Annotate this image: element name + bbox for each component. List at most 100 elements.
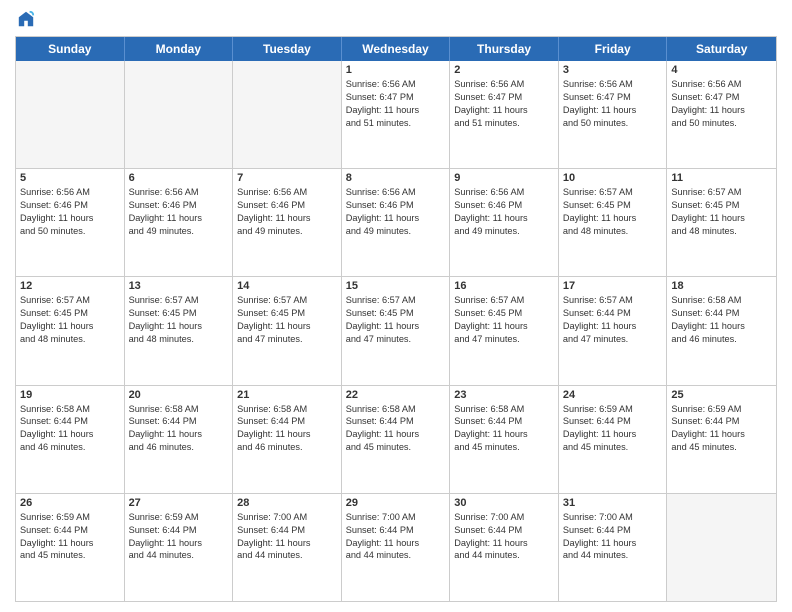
header-day-saturday: Saturday bbox=[667, 37, 776, 61]
day-number: 2 bbox=[454, 64, 554, 76]
day-info: Sunrise: 6:59 AMSunset: 6:44 PMDaylight:… bbox=[563, 403, 663, 455]
day-cell-17: 17 Sunrise: 6:57 AMSunset: 6:44 PMDayligh… bbox=[559, 277, 668, 384]
day-info: Sunrise: 6:56 AMSunset: 6:47 PMDaylight:… bbox=[563, 78, 663, 130]
day-info: Sunrise: 6:57 AMSunset: 6:45 PMDaylight:… bbox=[20, 294, 120, 346]
day-number: 10 bbox=[563, 172, 663, 184]
header-day-friday: Friday bbox=[559, 37, 668, 61]
day-cell-11: 11 Sunrise: 6:57 AMSunset: 6:45 PMDayligh… bbox=[667, 169, 776, 276]
day-number: 8 bbox=[346, 172, 446, 184]
day-number: 19 bbox=[20, 389, 120, 401]
day-cell-6: 6Sunrise: 6:56 AMSunset: 6:46 PMDaylight… bbox=[125, 169, 234, 276]
day-number: 23 bbox=[454, 389, 554, 401]
day-number: 28 bbox=[237, 497, 337, 509]
day-info: Sunrise: 6:57 AMSunset: 6:45 PMDaylight:… bbox=[671, 186, 772, 238]
calendar-body: 1 Sunrise: 6:56 AMSunset: 6:47 PMDaylight… bbox=[16, 61, 776, 601]
calendar-row-4: 19 Sunrise: 6:58 AMSunset: 6:44 PMDayligh… bbox=[16, 385, 776, 493]
header-day-wednesday: Wednesday bbox=[342, 37, 451, 61]
day-info: Sunrise: 6:56 AMSunset: 6:47 PMDaylight:… bbox=[671, 78, 772, 130]
calendar-header: SundayMondayTuesdayWednesdayThursdayFrid… bbox=[16, 37, 776, 61]
day-number: 1 bbox=[346, 64, 446, 76]
day-number: 12 bbox=[20, 280, 120, 292]
day-cell-20: 20 Sunrise: 6:58 AMSunset: 6:44 PMDayligh… bbox=[125, 386, 234, 493]
day-info: Sunrise: 6:56 AMSunset: 6:47 PMDaylight:… bbox=[454, 78, 554, 130]
logo-icon bbox=[17, 10, 35, 28]
day-info: Sunrise: 7:00 AMSunset: 6:44 PMDaylight:… bbox=[237, 511, 337, 563]
day-cell-23: 23Sunrise: 6:58 AMSunset: 6:44 PMDayligh… bbox=[450, 386, 559, 493]
header-day-tuesday: Tuesday bbox=[233, 37, 342, 61]
day-info: Sunrise: 7:00 AMSunset: 6:44 PMDaylight:… bbox=[563, 511, 663, 563]
calendar-row-5: 26Sunrise: 6:59 AMSunset: 6:44 PMDayligh… bbox=[16, 493, 776, 601]
page: SundayMondayTuesdayWednesdayThursdayFrid… bbox=[0, 0, 792, 612]
day-number: 5 bbox=[20, 172, 120, 184]
day-number: 7 bbox=[237, 172, 337, 184]
day-cell-2: 2 Sunrise: 6:56 AMSunset: 6:47 PMDaylight… bbox=[450, 61, 559, 168]
day-info: Sunrise: 6:59 AMSunset: 6:44 PMDaylight:… bbox=[671, 403, 772, 455]
day-info: Sunrise: 6:57 AMSunset: 6:45 PMDaylight:… bbox=[563, 186, 663, 238]
day-number: 27 bbox=[129, 497, 229, 509]
day-info: Sunrise: 6:58 AMSunset: 6:44 PMDaylight:… bbox=[671, 294, 772, 346]
day-number: 14 bbox=[237, 280, 337, 292]
day-number: 30 bbox=[454, 497, 554, 509]
day-cell-12: 12 Sunrise: 6:57 AMSunset: 6:45 PMDayligh… bbox=[16, 277, 125, 384]
header-day-sunday: Sunday bbox=[16, 37, 125, 61]
day-cell-30: 30 Sunrise: 7:00 AMSunset: 6:44 PMDayligh… bbox=[450, 494, 559, 601]
day-info: Sunrise: 6:59 AMSunset: 6:44 PMDaylight:… bbox=[20, 511, 120, 563]
day-info: Sunrise: 6:58 AMSunset: 6:44 PMDaylight:… bbox=[20, 403, 120, 455]
day-cell-16: 16Sunrise: 6:57 AMSunset: 6:45 PMDayligh… bbox=[450, 277, 559, 384]
day-number: 3 bbox=[563, 64, 663, 76]
day-number: 24 bbox=[563, 389, 663, 401]
day-cell-14: 14 Sunrise: 6:57 AMSunset: 6:45 PMDayligh… bbox=[233, 277, 342, 384]
day-number: 13 bbox=[129, 280, 229, 292]
day-info: Sunrise: 6:59 AMSunset: 6:44 PMDaylight:… bbox=[129, 511, 229, 563]
day-cell-29: 29 Sunrise: 7:00 AMSunset: 6:44 PMDayligh… bbox=[342, 494, 451, 601]
day-cell-26: 26Sunrise: 6:59 AMSunset: 6:44 PMDayligh… bbox=[16, 494, 125, 601]
logo bbox=[15, 10, 35, 28]
empty-cell bbox=[667, 494, 776, 601]
day-info: Sunrise: 6:57 AMSunset: 6:45 PMDaylight:… bbox=[237, 294, 337, 346]
day-number: 4 bbox=[671, 64, 772, 76]
day-number: 29 bbox=[346, 497, 446, 509]
day-info: Sunrise: 6:57 AMSunset: 6:45 PMDaylight:… bbox=[454, 294, 554, 346]
day-info: Sunrise: 6:57 AMSunset: 6:44 PMDaylight:… bbox=[563, 294, 663, 346]
day-cell-9: 9Sunrise: 6:56 AMSunset: 6:46 PMDaylight… bbox=[450, 169, 559, 276]
day-number: 31 bbox=[563, 497, 663, 509]
day-number: 21 bbox=[237, 389, 337, 401]
day-cell-24: 24 Sunrise: 6:59 AMSunset: 6:44 PMDayligh… bbox=[559, 386, 668, 493]
day-cell-1: 1 Sunrise: 6:56 AMSunset: 6:47 PMDaylight… bbox=[342, 61, 451, 168]
day-info: Sunrise: 6:56 AMSunset: 6:46 PMDaylight:… bbox=[454, 186, 554, 238]
day-info: Sunrise: 6:57 AMSunset: 6:45 PMDaylight:… bbox=[129, 294, 229, 346]
day-cell-18: 18Sunrise: 6:58 AMSunset: 6:44 PMDayligh… bbox=[667, 277, 776, 384]
header bbox=[15, 10, 777, 28]
day-info: Sunrise: 6:56 AMSunset: 6:46 PMDaylight:… bbox=[20, 186, 120, 238]
day-number: 25 bbox=[671, 389, 772, 401]
day-info: Sunrise: 7:00 AMSunset: 6:44 PMDaylight:… bbox=[346, 511, 446, 563]
day-info: Sunrise: 7:00 AMSunset: 6:44 PMDaylight:… bbox=[454, 511, 554, 563]
day-cell-4: 4 Sunrise: 6:56 AMSunset: 6:47 PMDaylight… bbox=[667, 61, 776, 168]
day-cell-22: 22 Sunrise: 6:58 AMSunset: 6:44 PMDayligh… bbox=[342, 386, 451, 493]
empty-cell bbox=[233, 61, 342, 168]
day-cell-15: 15Sunrise: 6:57 AMSunset: 6:45 PMDayligh… bbox=[342, 277, 451, 384]
day-cell-13: 13 Sunrise: 6:57 AMSunset: 6:45 PMDayligh… bbox=[125, 277, 234, 384]
day-cell-5: 5 Sunrise: 6:56 AMSunset: 6:46 PMDaylight… bbox=[16, 169, 125, 276]
empty-cell bbox=[16, 61, 125, 168]
day-info: Sunrise: 6:58 AMSunset: 6:44 PMDaylight:… bbox=[237, 403, 337, 455]
day-number: 11 bbox=[671, 172, 772, 184]
day-info: Sunrise: 6:56 AMSunset: 6:46 PMDaylight:… bbox=[237, 186, 337, 238]
day-cell-19: 19 Sunrise: 6:58 AMSunset: 6:44 PMDayligh… bbox=[16, 386, 125, 493]
day-cell-3: 3 Sunrise: 6:56 AMSunset: 6:47 PMDaylight… bbox=[559, 61, 668, 168]
day-cell-8: 8 Sunrise: 6:56 AMSunset: 6:46 PMDaylight… bbox=[342, 169, 451, 276]
day-number: 17 bbox=[563, 280, 663, 292]
day-cell-21: 21 Sunrise: 6:58 AMSunset: 6:44 PMDayligh… bbox=[233, 386, 342, 493]
day-info: Sunrise: 6:58 AMSunset: 6:44 PMDaylight:… bbox=[346, 403, 446, 455]
day-info: Sunrise: 6:56 AMSunset: 6:47 PMDaylight:… bbox=[346, 78, 446, 130]
calendar-row-1: 1 Sunrise: 6:56 AMSunset: 6:47 PMDaylight… bbox=[16, 61, 776, 168]
header-day-monday: Monday bbox=[125, 37, 234, 61]
header-day-thursday: Thursday bbox=[450, 37, 559, 61]
day-info: Sunrise: 6:58 AMSunset: 6:44 PMDaylight:… bbox=[129, 403, 229, 455]
day-number: 20 bbox=[129, 389, 229, 401]
day-number: 22 bbox=[346, 389, 446, 401]
day-number: 15 bbox=[346, 280, 446, 292]
day-cell-31: 31 Sunrise: 7:00 AMSunset: 6:44 PMDayligh… bbox=[559, 494, 668, 601]
calendar: SundayMondayTuesdayWednesdayThursdayFrid… bbox=[15, 36, 777, 602]
day-info: Sunrise: 6:56 AMSunset: 6:46 PMDaylight:… bbox=[346, 186, 446, 238]
